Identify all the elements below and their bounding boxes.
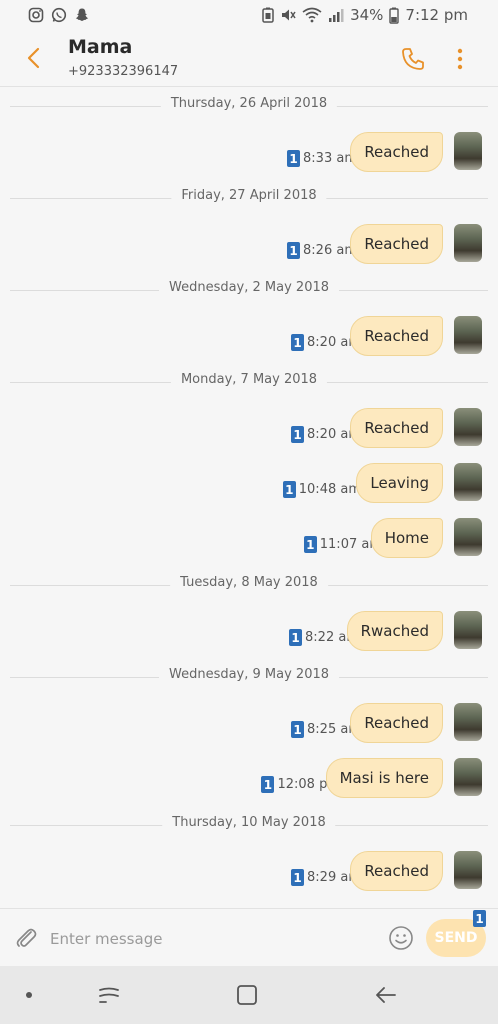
date-label: Friday, 27 April 2018 — [171, 188, 327, 203]
message-time: 8:26 am — [303, 243, 357, 258]
message-bubble[interactable]: Reached — [350, 224, 443, 264]
message-item[interactable]: 1 8:25 am Reached — [0, 703, 498, 747]
message-item[interactable]: 1 12:08 pm Masi is here — [0, 758, 498, 802]
message-time: 8:33 am — [303, 151, 357, 166]
nav-dot-icon[interactable] — [26, 992, 32, 998]
message-bubble[interactable]: Masi is here — [325, 758, 443, 798]
message-bubble[interactable]: Leaving — [356, 463, 443, 503]
whatsapp-icon — [51, 7, 67, 23]
wifi-icon — [302, 7, 322, 23]
message-item[interactable]: 1 8:33 am Reached — [0, 132, 498, 176]
message-item[interactable]: 1 8:20 am Reached — [0, 408, 498, 452]
date-separator: Thursday, 26 April 2018 — [10, 96, 488, 116]
date-label: Wednesday, 9 May 2018 — [158, 667, 340, 682]
message-list[interactable]: Thursday, 26 April 2018 1 8:33 am Reached… — [0, 86, 498, 908]
date-separator: Monday, 7 May 2018 — [10, 372, 488, 392]
emoji-icon[interactable] — [388, 925, 414, 951]
notification-icons — [28, 7, 90, 23]
navigation-bar — [0, 966, 498, 1024]
home-icon[interactable] — [236, 984, 258, 1006]
message-item[interactable]: 1 8:29 am Reached — [0, 851, 498, 895]
date-label: Thursday, 10 May 2018 — [162, 815, 336, 830]
sim-badge: 1 — [287, 150, 301, 167]
sim-badge: 1 — [261, 776, 275, 793]
status-bar: 34% 7:12 pm — [0, 0, 498, 32]
contact-name[interactable]: Mama — [68, 36, 132, 58]
message-bubble[interactable]: Home — [370, 518, 443, 558]
paperclip-icon[interactable] — [14, 925, 38, 951]
recent-apps-icon[interactable] — [96, 984, 122, 1006]
phone-icon[interactable] — [400, 46, 426, 72]
avatar — [454, 132, 482, 170]
date-label: Thursday, 26 April 2018 — [160, 96, 338, 111]
message-item[interactable]: 1 11:07 am Home — [0, 518, 498, 562]
date-label: Monday, 7 May 2018 — [170, 372, 328, 387]
sim-badge: 1 — [291, 334, 305, 351]
conversation-header: Mama +923332396147 — [0, 32, 498, 87]
message-item[interactable]: 1 8:22 am Rwached — [0, 611, 498, 655]
message-item[interactable]: 1 8:20 am Reached — [0, 316, 498, 360]
send-sim-badge[interactable]: 1 — [473, 910, 486, 927]
message-time: 10:48 am — [298, 482, 361, 497]
date-separator: Thursday, 10 May 2018 — [10, 815, 488, 835]
sim-badge: 1 — [291, 426, 305, 443]
message-bubble[interactable]: Reached — [350, 316, 443, 356]
message-input[interactable] — [48, 925, 372, 953]
message-item[interactable]: 1 8:26 am Reached — [0, 224, 498, 268]
avatar — [454, 518, 482, 556]
avatar — [454, 703, 482, 741]
message-composer: SEND — [0, 908, 498, 967]
date-separator: Wednesday, 9 May 2018 — [10, 667, 488, 687]
signal-icon — [329, 9, 344, 22]
avatar — [454, 224, 482, 262]
avatar — [454, 463, 482, 501]
message-bubble[interactable]: Reached — [350, 851, 443, 891]
mute-icon — [282, 9, 296, 21]
battery-percent: 34% — [350, 6, 384, 24]
sim-badge: 1 — [303, 536, 317, 553]
clock: 7:12 pm — [405, 6, 468, 24]
message-bubble[interactable]: Reached — [350, 703, 443, 743]
sim-badge: 1 — [291, 869, 305, 886]
snapchat-icon — [75, 8, 89, 21]
instagram-icon — [28, 7, 44, 23]
sim-badge: 1 — [287, 242, 301, 259]
message-item[interactable]: 1 10:48 am Leaving — [0, 463, 498, 507]
battery-icon — [389, 7, 400, 24]
avatar — [454, 851, 482, 889]
avatar — [454, 758, 482, 796]
more-options-icon[interactable] — [450, 46, 470, 72]
battery-saver-icon — [262, 7, 274, 23]
contact-number: +923332396147 — [68, 64, 179, 79]
date-separator: Tuesday, 8 May 2018 — [10, 575, 488, 595]
sim-badge: 1 — [291, 721, 305, 738]
system-indicators: 34% 7:12 pm — [262, 6, 468, 24]
avatar — [454, 316, 482, 354]
message-bubble[interactable]: Reached — [350, 408, 443, 448]
sim-badge: 1 — [282, 481, 296, 498]
avatar — [454, 408, 482, 446]
date-label: Tuesday, 8 May 2018 — [170, 575, 328, 590]
sim-badge: 1 — [289, 629, 303, 646]
date-label: Wednesday, 2 May 2018 — [158, 280, 340, 295]
back-icon[interactable] — [374, 984, 398, 1006]
date-separator: Wednesday, 2 May 2018 — [10, 280, 488, 300]
message-bubble[interactable]: Reached — [350, 132, 443, 172]
back-arrow-icon[interactable] — [22, 46, 46, 70]
avatar — [454, 611, 482, 649]
message-meta: 1 10:48 am — [282, 481, 361, 498]
message-meta: 1 8:26 am — [287, 242, 357, 259]
date-separator: Friday, 27 April 2018 — [10, 188, 488, 208]
message-meta: 1 8:33 am — [287, 150, 357, 167]
message-bubble[interactable]: Rwached — [346, 611, 443, 651]
